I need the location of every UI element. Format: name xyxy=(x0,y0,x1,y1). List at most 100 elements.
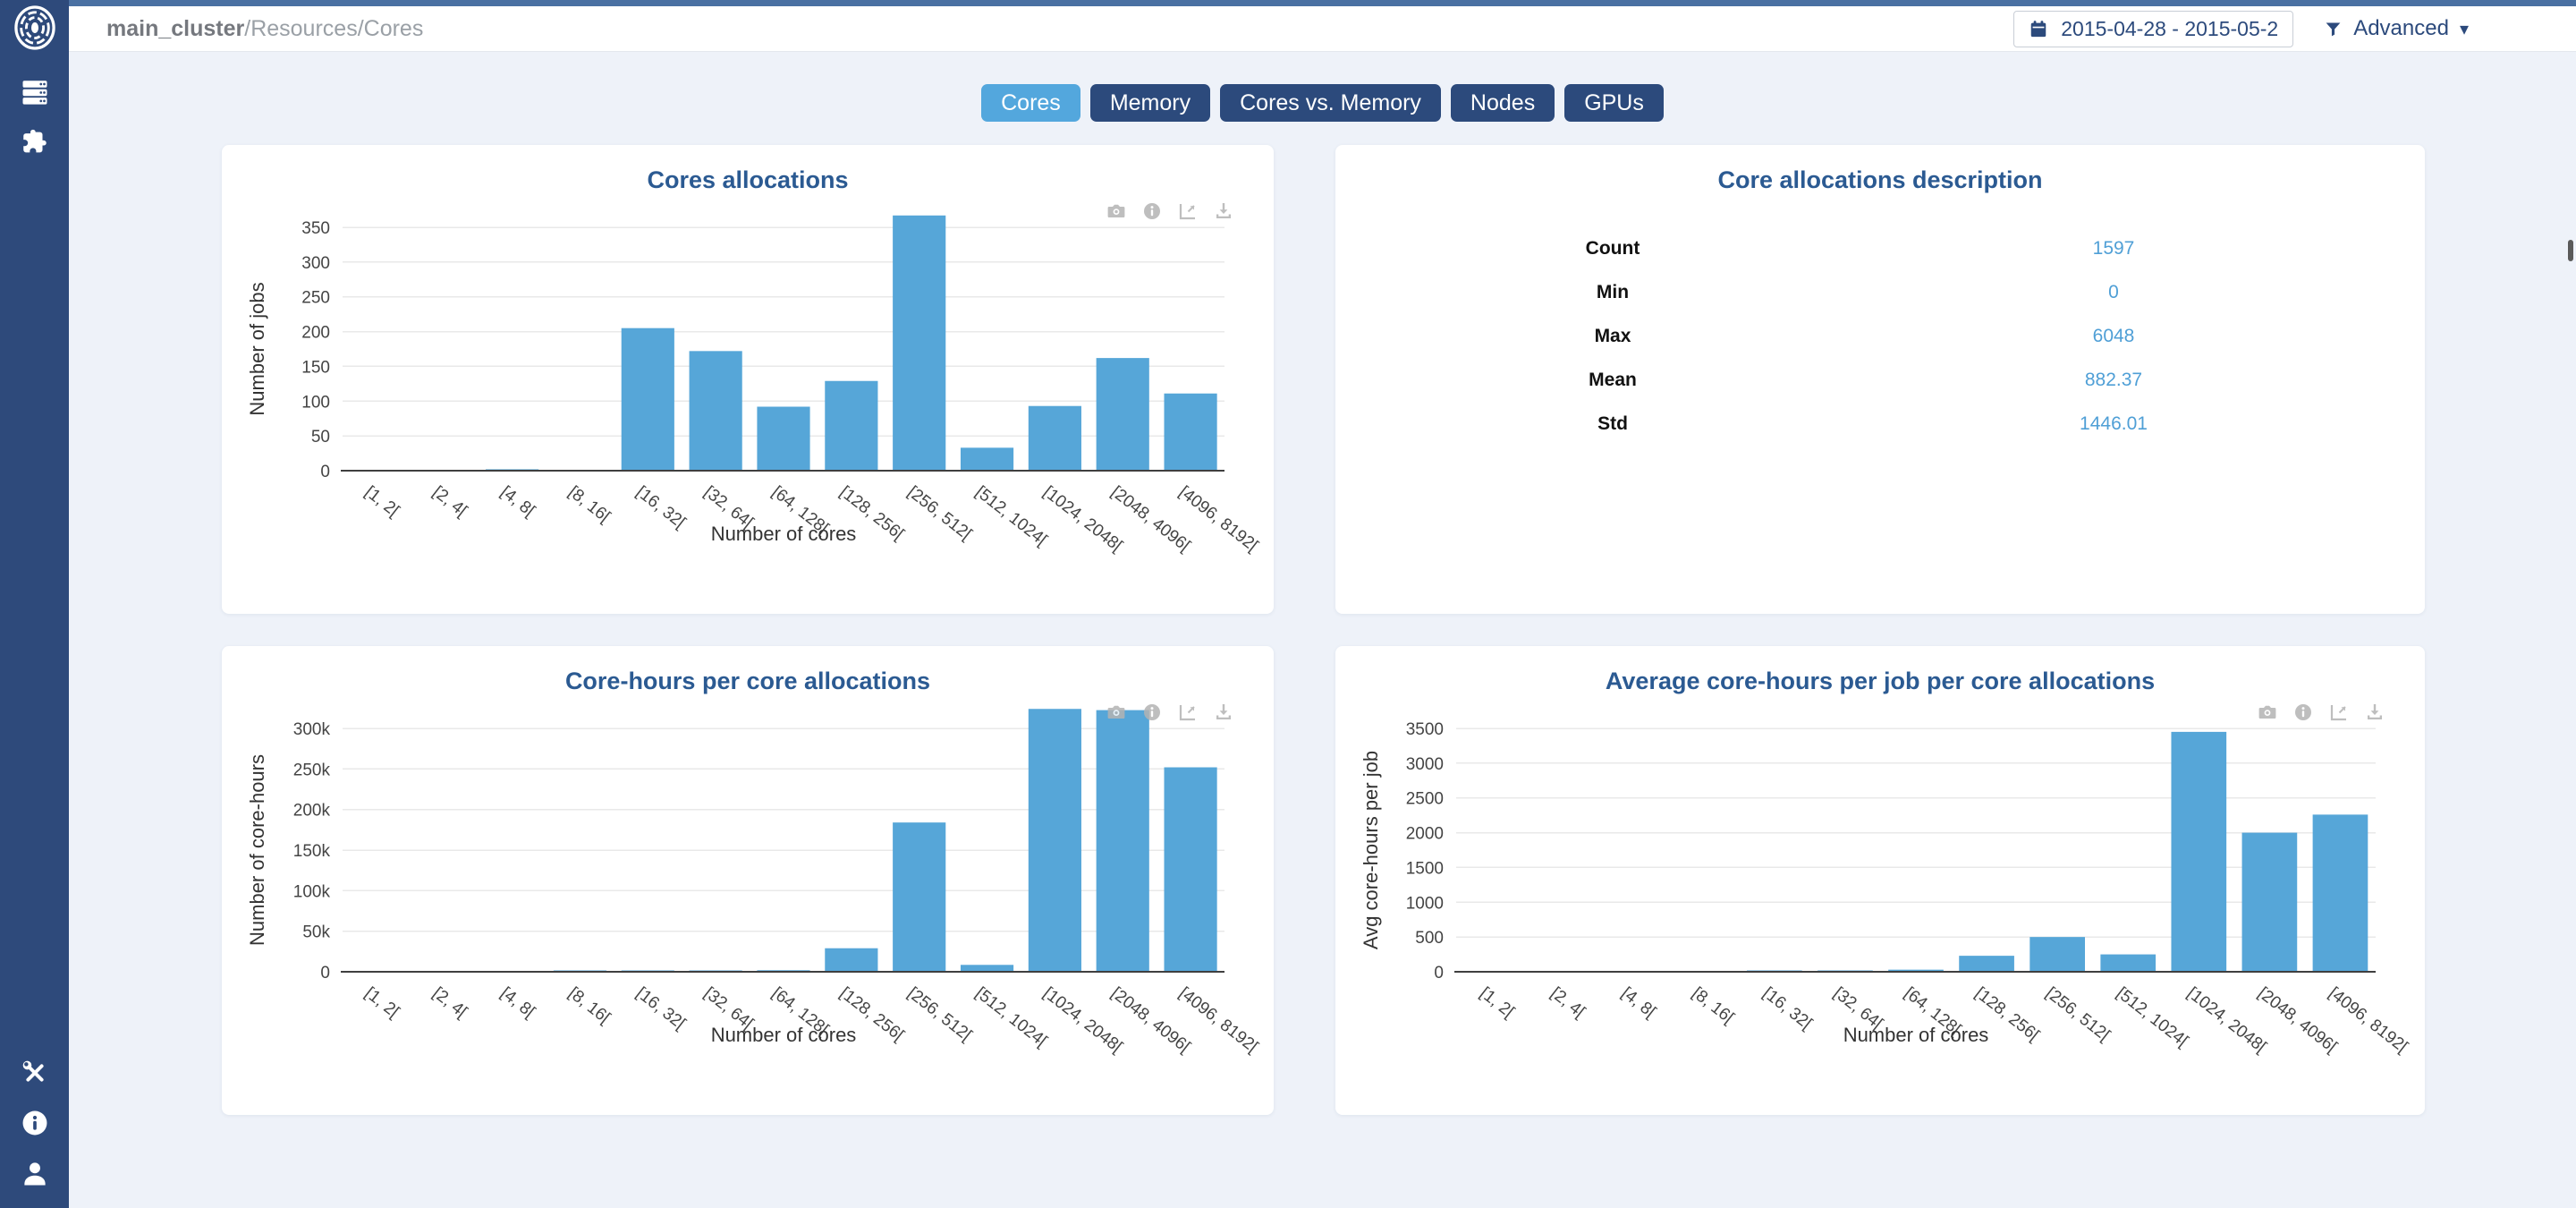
chart-bar[interactable] xyxy=(1097,358,1149,471)
x-tick-label: [2, 4[ xyxy=(1547,983,1589,1022)
tab-nodes[interactable]: Nodes xyxy=(1451,84,1555,122)
topbar: main_cluster/Resources/Cores 2015-04-28 … xyxy=(69,6,2576,52)
chart-bar[interactable] xyxy=(2242,833,2298,972)
chart-bar[interactable] xyxy=(1959,956,2014,972)
chart-bar[interactable] xyxy=(1029,709,1081,972)
stat-value: 0 xyxy=(1890,282,2337,303)
autoscale-icon[interactable] xyxy=(1177,200,1199,226)
y-axis-title: Number of core-hours xyxy=(246,754,268,946)
advanced-filter-button[interactable]: Advanced ▾ xyxy=(2324,16,2469,41)
x-axis-title: Number of cores xyxy=(711,1024,857,1046)
y-tick-label: 100k xyxy=(293,882,331,901)
cores-allocations-chart: 050100150200250300350[1, 2[[2, 4[[4, 8[[… xyxy=(222,196,1274,609)
stat-value: 1446.01 xyxy=(1890,413,2337,435)
x-tick-label: [16, 32[ xyxy=(632,482,689,532)
stat-row: Mean882.37 xyxy=(1335,358,2425,402)
chart-modebar xyxy=(1106,702,1234,727)
tab-gpus[interactable]: GPUs xyxy=(1564,84,1664,122)
panel-title: Cores allocations xyxy=(222,166,1274,194)
x-tick-label: [512, 1024[ xyxy=(971,482,1050,550)
tab-cores-vs-memory[interactable]: Cores vs. Memory xyxy=(1220,84,1441,122)
stat-row: Std1446.01 xyxy=(1335,402,2425,446)
chevron-down-icon: ▾ xyxy=(2460,18,2469,40)
chart-bar[interactable] xyxy=(1097,710,1149,972)
panel-grid: Cores allocations 050100150200250300350[… xyxy=(222,145,2576,1115)
info-icon[interactable] xyxy=(1141,200,1163,226)
chart-bar[interactable] xyxy=(1164,394,1216,471)
avg-core-hours-chart: 0500100015002000250030003500[1, 2[[2, 4[… xyxy=(1335,697,2425,1110)
stat-value: 1597 xyxy=(1890,238,2337,259)
x-tick-label: [16, 32[ xyxy=(1759,983,1816,1034)
stat-row: Max6048 xyxy=(1335,314,2425,358)
chart-bar[interactable] xyxy=(893,216,945,471)
x-tick-label: [512, 1024[ xyxy=(2113,983,2191,1051)
chart-bar[interactable] xyxy=(2100,955,2156,972)
y-tick-label: 350 xyxy=(301,219,330,238)
server-stack-icon xyxy=(19,76,51,108)
breadcrumb: main_cluster/Resources/Cores xyxy=(106,16,423,42)
download-icon[interactable] xyxy=(1213,200,1234,226)
chart-bar[interactable] xyxy=(757,407,809,471)
download-icon[interactable] xyxy=(1213,702,1234,727)
chart-bar[interactable] xyxy=(1164,768,1216,972)
sidebar-item-about[interactable] xyxy=(14,1102,55,1144)
stat-value: 882.37 xyxy=(1890,370,2337,391)
x-tick-label: [2, 4[ xyxy=(429,983,471,1022)
sidebar-item-plugins[interactable] xyxy=(14,122,55,163)
y-tick-label: 200k xyxy=(293,802,331,821)
chart-bar[interactable] xyxy=(2313,814,2368,972)
y-tick-label: 2000 xyxy=(1406,825,1444,844)
sidebar-item-resources[interactable] xyxy=(14,72,55,113)
x-tick-label: [1, 2[ xyxy=(361,983,403,1022)
chart-modebar xyxy=(1106,200,1234,226)
x-tick-label: [8, 16[ xyxy=(564,983,614,1028)
sidebar-item-account[interactable] xyxy=(14,1153,55,1194)
date-range-picker[interactable]: 2015-04-28 - 2015-05-2 xyxy=(2013,11,2293,47)
x-tick-label: [256, 512[ xyxy=(904,482,976,544)
scrollbar-thumb[interactable] xyxy=(2568,240,2573,261)
panel-core-allocations-description: Core allocations description Count1597Mi… xyxy=(1335,145,2425,614)
download-icon[interactable] xyxy=(2364,702,2385,727)
stats-table: Count1597Min0Max6048Mean882.37Std1446.01 xyxy=(1335,226,2425,446)
chart-bar[interactable] xyxy=(825,949,877,972)
y-tick-label: 0 xyxy=(320,964,330,983)
core-hours-chart: 050k100k150k200k250k300k[1, 2[[2, 4[[4, … xyxy=(222,697,1274,1110)
chart-bar[interactable] xyxy=(622,328,674,471)
chart-bar[interactable] xyxy=(1029,406,1081,471)
panel-title: Core allocations description xyxy=(1335,166,2425,194)
chart-bar[interactable] xyxy=(961,447,1013,471)
y-tick-label: 3000 xyxy=(1406,755,1444,774)
tab-cores[interactable]: Cores xyxy=(981,84,1080,122)
y-tick-label: 150 xyxy=(301,358,330,377)
panel-title: Core-hours per core allocations xyxy=(222,668,1274,695)
autoscale-icon[interactable] xyxy=(2328,702,2350,727)
autoscale-icon[interactable] xyxy=(1177,702,1199,727)
tab-memory[interactable]: Memory xyxy=(1090,84,1210,122)
camera-icon[interactable] xyxy=(1106,200,1127,226)
sidebar-item-tools[interactable] xyxy=(14,1052,55,1093)
info-icon[interactable] xyxy=(2292,702,2314,727)
chart-bar[interactable] xyxy=(825,381,877,471)
x-tick-label: [4096, 8192[ xyxy=(2325,983,2411,1057)
chart-bar[interactable] xyxy=(961,965,1013,972)
x-tick-label: [4, 8[ xyxy=(497,482,539,521)
y-tick-label: 250k xyxy=(293,761,331,779)
app-logo-icon[interactable] xyxy=(14,7,55,48)
y-tick-label: 50k xyxy=(302,923,330,942)
filter-funnel-icon xyxy=(2324,20,2343,38)
breadcrumb-cluster: main_cluster xyxy=(106,16,244,41)
x-tick-label: [8, 16[ xyxy=(1689,983,1738,1028)
chart-bar[interactable] xyxy=(893,822,945,972)
camera-icon[interactable] xyxy=(1106,702,1127,727)
top-accent-strip xyxy=(69,0,2576,6)
x-tick-label: [256, 512[ xyxy=(904,983,976,1045)
breadcrumb-path: /Resources/Cores xyxy=(244,16,423,41)
puzzle-icon xyxy=(20,127,50,157)
camera-icon[interactable] xyxy=(2257,702,2278,727)
info-icon[interactable] xyxy=(1141,702,1163,727)
chart-bar[interactable] xyxy=(2029,937,2085,972)
chart-bar[interactable] xyxy=(690,351,742,471)
chart-bar[interactable] xyxy=(2171,732,2226,972)
stat-value: 6048 xyxy=(1890,326,2337,347)
y-tick-label: 1500 xyxy=(1406,859,1444,878)
